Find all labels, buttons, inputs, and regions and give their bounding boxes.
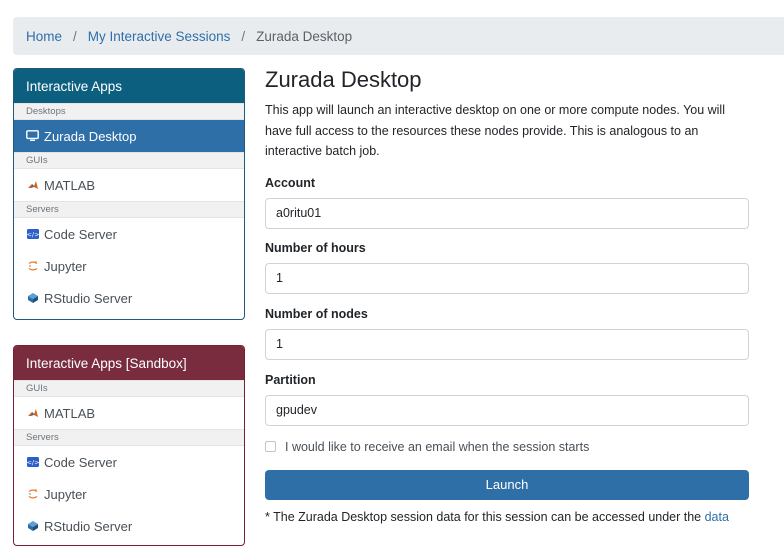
nodes-field[interactable] (265, 328, 749, 360)
sidebar-item-jupyter[interactable]: Jupyter (14, 250, 244, 282)
account-field[interactable] (265, 197, 749, 229)
sidebar-item-label: RStudio Server (44, 290, 133, 306)
sidebar-item-label: MATLAB (44, 405, 96, 421)
sidebar-item-rstudio[interactable]: RStudio Server (14, 282, 244, 314)
group-header-servers: Servers (14, 201, 244, 218)
interactive-apps-panel: Interactive Apps Desktops Zurada Desktop… (13, 68, 245, 320)
nodes-label: Number of nodes (265, 306, 368, 321)
session-form: Zurada Desktop This app will launch an i… (265, 64, 749, 524)
svg-text:</>: </> (27, 459, 39, 467)
footnote-text: * The Zurada Desktop session data for th… (265, 509, 705, 524)
panel-title: Interactive Apps (14, 69, 244, 103)
group-header-desktops: Desktops (14, 103, 244, 120)
breadcrumb-current: Zurada Desktop (256, 28, 353, 44)
jupyter-icon (26, 260, 39, 273)
breadcrumb-separator: / (241, 28, 246, 44)
panel-title: Interactive Apps [Sandbox] (14, 346, 244, 380)
sidebar-item-label: Jupyter (44, 258, 87, 274)
sidebar-item-matlab[interactable]: MATLAB (14, 169, 244, 201)
breadcrumb: Home / My Interactive Sessions / Zurada … (13, 17, 784, 55)
group-header-servers: Servers (14, 429, 244, 446)
email-option: I would like to receive an email when th… (265, 440, 749, 454)
launch-button[interactable]: Launch (265, 469, 749, 500)
account-label: Account (265, 175, 315, 190)
desktop-icon (26, 130, 39, 143)
breadcrumb-sessions-link[interactable]: My Interactive Sessions (88, 29, 231, 44)
partition-label: Partition (265, 372, 316, 387)
sidebar-item-label: RStudio Server (44, 518, 133, 534)
email-checkbox[interactable] (265, 441, 276, 452)
sandbox-item-matlab[interactable]: MATLAB (14, 397, 244, 429)
email-checkbox-label[interactable]: I would like to receive an email when th… (285, 440, 589, 454)
sidebar-item-label: MATLAB (44, 177, 96, 193)
hours-field[interactable] (265, 262, 749, 294)
rstudio-icon (26, 520, 39, 533)
sandbox-item-rstudio[interactable]: RStudio Server (14, 510, 244, 542)
sidebar-item-code-server[interactable]: </> Code Server (14, 218, 244, 250)
jupyter-icon (26, 488, 39, 501)
sidebar-item-label: Code Server (44, 454, 117, 470)
matlab-icon (26, 407, 39, 420)
group-header-guis: GUIs (14, 152, 244, 169)
rstudio-icon (26, 292, 39, 305)
page-title: Zurada Desktop (265, 67, 422, 92)
footnote: * The Zurada Desktop session data for th… (265, 510, 749, 524)
code-server-icon: </> (26, 228, 39, 241)
partition-field[interactable] (265, 394, 749, 426)
app-description: This app will launch an interactive desk… (265, 103, 725, 158)
group-header-guis: GUIs (14, 380, 244, 397)
sidebar-item-label: Code Server (44, 226, 117, 242)
svg-text:</>: </> (27, 231, 39, 239)
sandbox-item-code-server[interactable]: </> Code Server (14, 446, 244, 478)
code-server-icon: </> (26, 456, 39, 469)
interactive-apps-sandbox-panel: Interactive Apps [Sandbox] GUIs MATLAB S… (13, 345, 245, 546)
sandbox-item-jupyter[interactable]: Jupyter (14, 478, 244, 510)
sidebar-item-zurada-desktop[interactable]: Zurada Desktop (14, 120, 244, 152)
hours-label: Number of hours (265, 240, 366, 255)
matlab-icon (26, 179, 39, 192)
sidebar-item-label: Jupyter (44, 486, 87, 502)
breadcrumb-home-link[interactable]: Home (26, 29, 62, 44)
sidebar-item-label: Zurada Desktop (44, 128, 137, 144)
data-link[interactable]: data (705, 510, 729, 524)
breadcrumb-separator: / (73, 28, 77, 44)
